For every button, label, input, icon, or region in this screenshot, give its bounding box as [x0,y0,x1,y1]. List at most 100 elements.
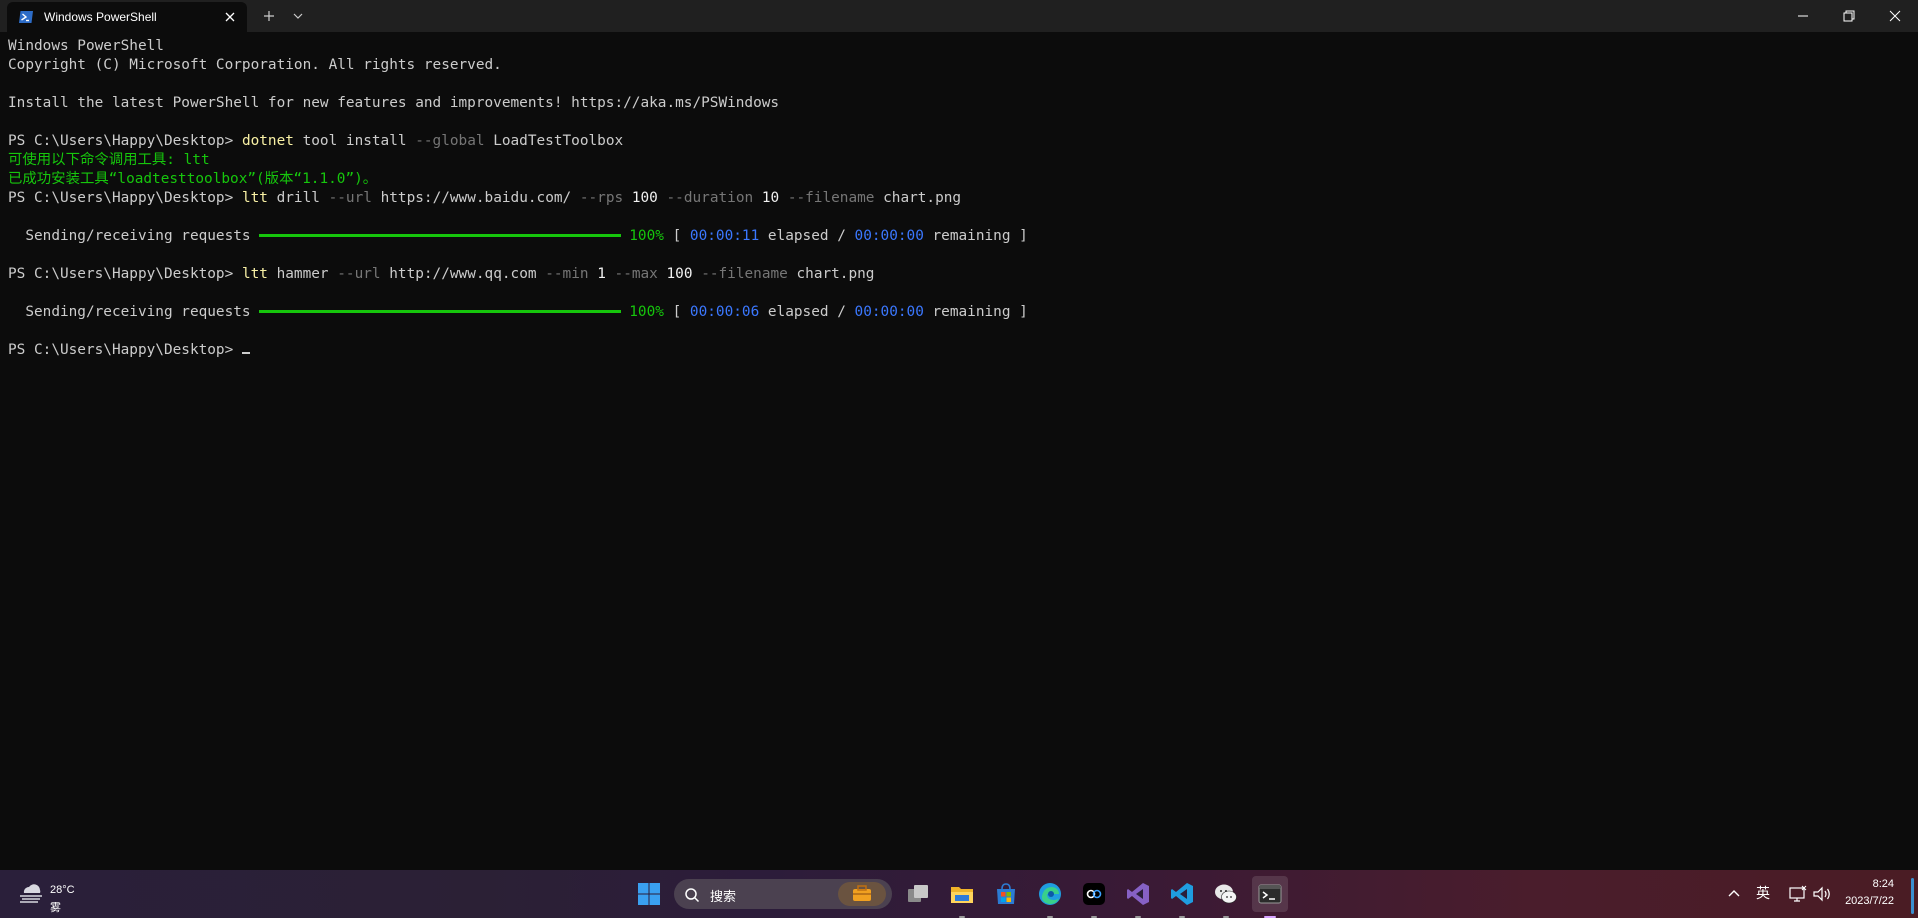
terminal-line: PS C:\Users\Happy\Desktop> ltt drill --u… [8,189,961,208]
vscode-icon [1171,883,1193,905]
file-explorer-button[interactable] [944,876,980,918]
terminal-text-segment: Copyright (C) Microsoft Corporation. All… [8,57,502,73]
terminal-icon [1258,884,1282,904]
terminal-line: Windows PowerShell [8,37,164,56]
terminal-text-segment: 1 [588,266,615,282]
remaining-label: remaining ] [923,228,1028,244]
remaining-time: 00:00:00 [854,228,924,244]
terminal-text-segment: PS C:\Users\Happy\Desktop> [8,342,242,358]
minimize-icon [1798,15,1808,17]
terminal-text-segment: --duration [666,190,754,206]
taskbar-search[interactable]: 搜索 [674,879,892,909]
remaining-time: 00:00:00 [854,304,924,320]
terminal-line: 已成功安装工具“loadtesttoolbox”(版本“1.1.0”)。 [8,170,377,189]
restore-button[interactable] [1826,0,1872,32]
terminal-line: PS C:\Users\Happy\Desktop> dotnet tool i… [8,132,623,151]
progress-bar [259,309,622,313]
network-button[interactable] [1786,882,1810,906]
terminal-text-segment: --global [415,133,485,149]
terminal-text-segment: 10 [753,190,788,206]
terminal-text-segment: --rps [579,190,624,206]
wechat-icon [1215,884,1237,904]
clock-date[interactable]: 2023/7/22 [1845,895,1894,907]
close-icon [225,12,235,22]
terminal-text-segment: 100 [657,266,702,282]
terminal-text-segment: ltt [241,190,268,206]
terminal-line: 可使用以下命令调用工具: ltt [8,151,210,170]
terminal-text-segment: 100 [623,190,667,206]
visual-studio-icon [1127,883,1149,905]
terminal-text-segment: https://www.baidu.com/ [371,190,580,206]
terminal-text-segment: chart.png [787,266,875,282]
terminal-text-segment: tool install [293,133,416,149]
chevron-down-icon [293,13,303,19]
terminal-text-segment: --filename [701,266,788,282]
progress-percent: 100% [629,228,664,244]
terminal-text-segment: 可使用以下命令调用工具: ltt [8,152,210,168]
terminal-text-segment: drill [267,190,329,206]
briefcase-icon [853,885,871,901]
start-button[interactable] [631,876,667,912]
progress-bracket: [ [663,304,690,320]
remaining-label: remaining ] [923,304,1028,320]
taskbar: 28°C 雾 搜索 [0,870,1918,918]
show-hidden-icons-button[interactable] [1722,882,1746,906]
progress-line: Sending/receiving requests 100% [ 00:00:… [8,227,1028,246]
folder-icon [951,887,973,903]
terminal-text-segment: --min [545,266,589,282]
tab-title: Windows PowerShell [44,10,157,24]
chevron-up-icon [1728,890,1740,897]
progress-bracket: [ [663,228,690,244]
task-view-icon [908,885,928,902]
terminal-text-segment: --filename [787,190,875,206]
task-view-button[interactable] [900,876,936,912]
tab-windows-powershell[interactable]: Windows PowerShell [7,2,247,32]
store-icon [997,883,1015,904]
fog-cloud-icon [20,884,42,903]
show-desktop-button[interactable] [1911,878,1914,914]
search-icon [685,888,700,903]
rider-icon [1083,883,1105,905]
search-highlight-badge[interactable] [838,882,886,906]
powershell-icon [19,11,33,23]
edge-button[interactable] [1032,876,1068,918]
volume-button[interactable] [1810,882,1834,906]
progress-label: Sending/receiving requests [8,228,260,244]
title-bar: Windows PowerShell [0,0,1918,32]
terminal-line: Install the latest PowerShell for new fe… [8,94,779,113]
wechat-button[interactable] [1208,876,1244,918]
progress-bar [259,233,622,237]
terminal-text-segment: Windows PowerShell [8,38,164,54]
weather-condition: 雾 [50,901,61,914]
close-window-button[interactable] [1872,0,1918,32]
tab-dropdown-button[interactable] [288,6,308,26]
jetbrains-rider-button[interactable] [1076,876,1112,918]
weather-widget[interactable]: 28°C 雾 [14,876,84,914]
terminal-text-segment: PS C:\Users\Happy\Desktop> [8,266,242,282]
elapsed-time: 00:00:06 [689,304,760,320]
text-cursor [241,352,250,354]
elapsed-label: elapsed / [759,304,855,320]
terminal-text-segment: Install the latest PowerShell for new fe… [8,95,780,111]
new-tab-button[interactable] [258,6,280,26]
close-icon [1889,10,1901,22]
minimize-button[interactable] [1780,0,1826,32]
speaker-icon [1813,886,1830,902]
terminal-line: Copyright (C) Microsoft Corporation. All… [8,56,502,75]
terminal-button[interactable] [1252,876,1288,918]
terminal-text-segment: LoadTestToolbox [484,133,624,149]
microsoft-store-button[interactable] [988,876,1024,912]
plus-icon [264,11,274,21]
terminal-text-segment: 已成功安装工具“loadtesttoolbox”(版本“1.1.0”)。 [8,171,378,187]
terminal-text-segment: --max [614,266,658,282]
terminal-output[interactable]: Windows PowerShell Copyright (C) Microsof… [0,32,1918,870]
terminal-text-segment: PS C:\Users\Happy\Desktop> [8,133,242,149]
input-method-indicator[interactable]: 英 [1756,883,1770,903]
vscode-button[interactable] [1164,876,1200,918]
edge-icon [1039,883,1061,905]
weather-temperature: 28°C [50,884,75,896]
visual-studio-button[interactable] [1120,876,1156,918]
clock-time[interactable]: 8:24 [1873,878,1894,890]
close-tab-button[interactable] [220,7,240,27]
network-icon [1789,885,1807,902]
